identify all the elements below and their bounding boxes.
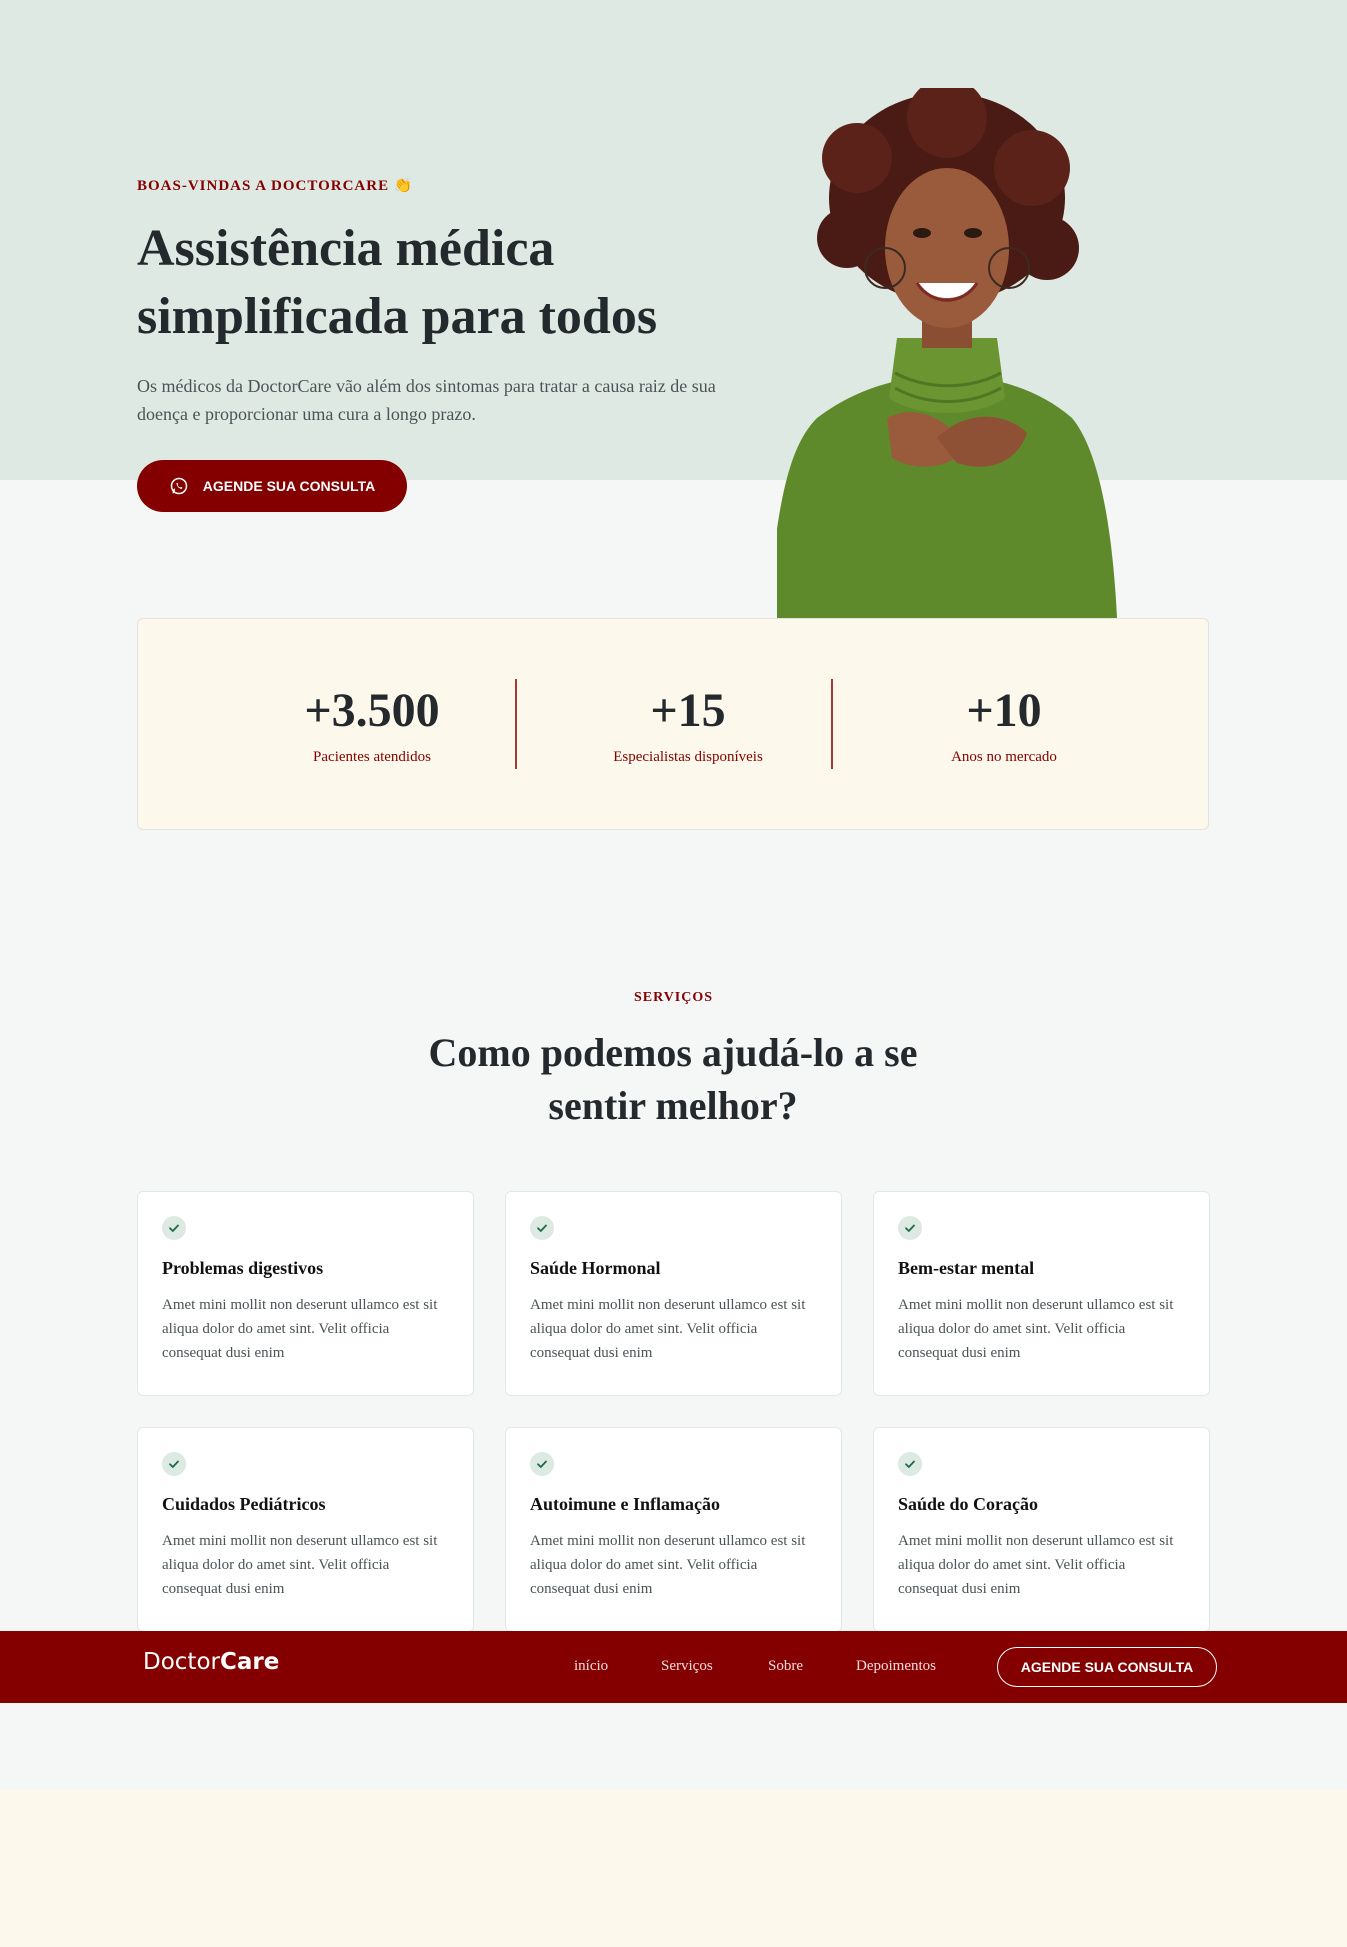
service-title: Cuidados Pediátricos	[162, 1494, 326, 1514]
stat-value: +3.500	[304, 684, 440, 737]
whatsapp-icon	[170, 477, 188, 495]
nav-link-servicos[interactable]: Serviços	[661, 1658, 713, 1675]
stat-label: Especialistas disponíveis	[613, 749, 763, 765]
services-title: Como podemos ajudá-lo a se sentir melhor…	[428, 1030, 918, 1128]
nav-link-sobre[interactable]: Sobre	[768, 1658, 803, 1675]
check-icon	[530, 1216, 554, 1240]
nav-schedule-consultation-button[interactable]: AGENDE SUA CONSULTA	[997, 1647, 1217, 1687]
service-card: Bem-estar mental Amet mini mollit non de…	[873, 1191, 1210, 1396]
next-section-background	[0, 1790, 1347, 1947]
service-card: Problemas digestivos Amet mini mollit no…	[137, 1191, 474, 1396]
service-title: Saúde do Coração	[898, 1494, 1039, 1514]
check-icon	[898, 1452, 922, 1476]
stat-value: +10	[966, 684, 1042, 737]
service-card: Autoimune e Inflamação Amet mini mollit …	[505, 1427, 842, 1632]
check-icon	[898, 1216, 922, 1240]
check-icon	[162, 1452, 186, 1476]
hero-description: Os médicos da DoctorCare vão além dos si…	[137, 376, 716, 424]
stat-years: +10 Anos no mercado	[854, 683, 1154, 766]
logo-bold-text: Care	[219, 1649, 280, 1675]
doctor-portrait-image	[777, 88, 1117, 618]
hero-section: BOAS-VINDAS A DOCTORCARE 👏 Assistência m…	[137, 0, 1209, 620]
service-card: Saúde do Coração Amet mini mollit non de…	[873, 1427, 1210, 1632]
schedule-consultation-label: AGENDE SUA CONSULTA	[202, 478, 376, 494]
stat-specialists: +15 Especialistas disponíveis	[538, 683, 838, 766]
hero-title: Assistência médica simplificada para tod…	[137, 220, 658, 345]
service-card: Saúde Hormonal Amet mini mollit non dese…	[505, 1191, 842, 1396]
nav-link-inicio[interactable]: início	[574, 1658, 608, 1675]
service-description: Amet mini mollit non deserunt ullamco es…	[162, 1533, 438, 1597]
check-icon	[530, 1452, 554, 1476]
service-card: Cuidados Pediátricos Amet mini mollit no…	[137, 1427, 474, 1632]
schedule-consultation-button[interactable]: AGENDE SUA CONSULTA	[137, 460, 407, 512]
hero-eyebrow: BOAS-VINDAS A DOCTORCARE 👏	[137, 178, 414, 194]
service-description: Amet mini mollit non deserunt ullamco es…	[530, 1533, 806, 1597]
stat-label: Pacientes atendidos	[313, 749, 431, 765]
doctorcare-logo[interactable]: DoctorCare	[143, 1649, 279, 1675]
stats-panel: +3.500 Pacientes atendidos +15 Especiali…	[137, 618, 1209, 830]
logo-regular-text: Doctor	[143, 1649, 220, 1675]
stat-value: +15	[650, 684, 726, 737]
nav-link-depoimentos[interactable]: Depoimentos	[856, 1658, 936, 1675]
check-icon	[162, 1216, 186, 1240]
service-title: Bem-estar mental	[898, 1258, 1035, 1278]
service-title: Autoimune e Inflamação	[530, 1494, 720, 1514]
stat-label: Anos no mercado	[951, 749, 1057, 765]
services-eyebrow: SERVIÇOS	[633, 990, 714, 1005]
stat-patients: +3.500 Pacientes atendidos	[222, 683, 522, 766]
service-description: Amet mini mollit non deserunt ullamco es…	[898, 1297, 1174, 1361]
service-description: Amet mini mollit non deserunt ullamco es…	[162, 1297, 438, 1361]
service-title: Problemas digestivos	[162, 1258, 324, 1278]
service-title: Saúde Hormonal	[530, 1258, 661, 1278]
service-description: Amet mini mollit non deserunt ullamco es…	[530, 1297, 806, 1361]
sticky-navbar: DoctorCare início Serviços Sobre Depoime…	[0, 1631, 1347, 1703]
service-description: Amet mini mollit non deserunt ullamco es…	[898, 1533, 1174, 1597]
stat-divider	[831, 679, 833, 769]
stat-divider	[515, 679, 517, 769]
